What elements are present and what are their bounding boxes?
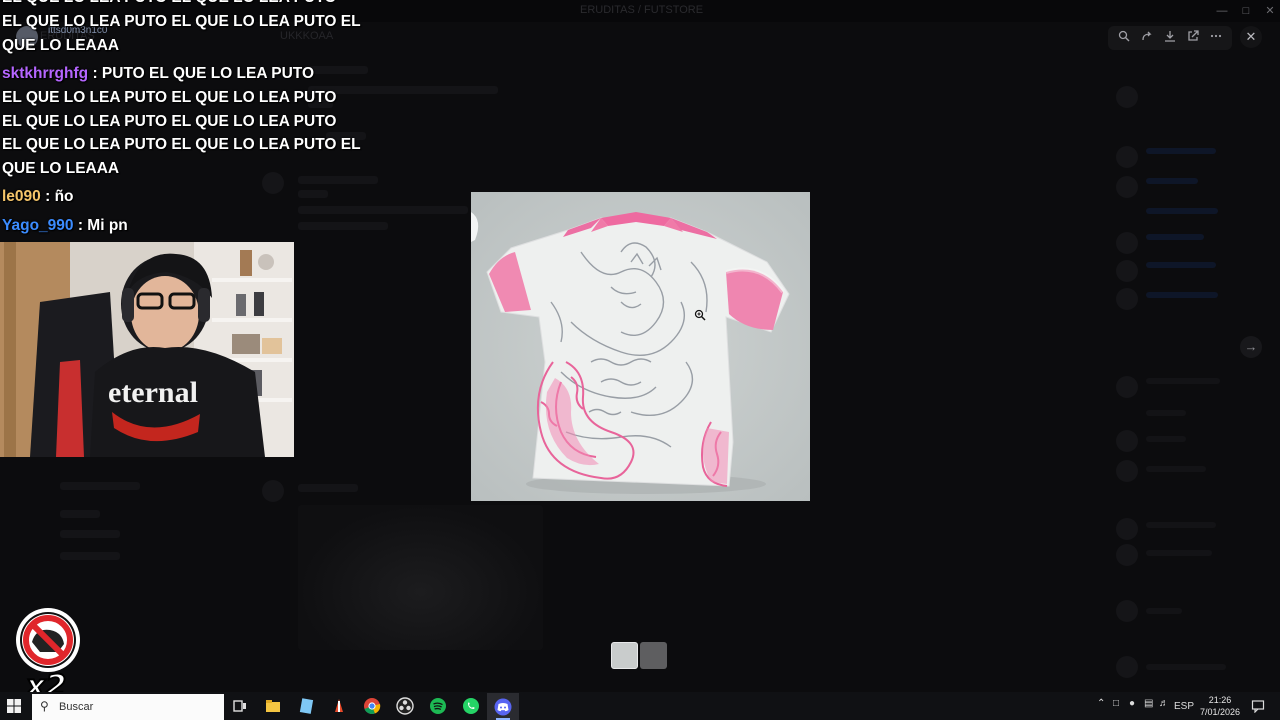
chevron-up-icon[interactable]: ⌃	[1097, 698, 1105, 709]
volume-icon[interactable]: ♬	[1159, 698, 1169, 709]
channel-line	[60, 482, 140, 490]
window-title: ERUDITAS / FUTSTORE	[580, 4, 704, 16]
discord-icon	[494, 698, 512, 716]
member-avatar	[1116, 656, 1138, 678]
member-avatar	[1116, 232, 1138, 254]
chat-message-2: sktkhrrghfg : PUTO EL QUE LO LEA PUTO EL…	[2, 62, 361, 181]
message-line	[298, 222, 388, 230]
chat-text: EL QUE LO LEA PUTO EL QUE LO LEA PUTO EL…	[2, 0, 361, 54]
member-name	[1146, 208, 1218, 214]
shirt-image[interactable]	[471, 192, 810, 501]
member-name	[1146, 522, 1216, 528]
close-icon[interactable]: ✕	[1240, 26, 1262, 48]
member-name	[1146, 262, 1216, 268]
network-icon[interactable]: ▤	[1144, 698, 1153, 709]
microphone-icon[interactable]: ●	[1129, 698, 1135, 709]
member-avatar	[1116, 86, 1138, 108]
chrome-icon[interactable]	[362, 696, 382, 716]
member-avatar	[1116, 460, 1138, 482]
channel-line	[60, 552, 120, 560]
channel-line	[60, 530, 120, 538]
minimize-icon[interactable]: —	[1212, 3, 1232, 19]
chat-text: : Mi pn	[77, 217, 128, 234]
language-indicator[interactable]: ESP	[1174, 701, 1194, 712]
message-line	[298, 190, 328, 198]
channel-line	[60, 510, 100, 518]
notepad-icon[interactable]	[296, 696, 316, 716]
media-toolbar	[1108, 26, 1232, 50]
member-avatar	[1116, 544, 1138, 566]
search-icon: ⚲	[40, 699, 49, 713]
chat-text: : ño	[45, 188, 74, 205]
chat-username: sktkhrrghfg	[2, 65, 89, 82]
member-name	[1146, 292, 1218, 298]
member-name	[1146, 410, 1186, 416]
message-line	[298, 484, 358, 492]
member-avatar	[1116, 146, 1138, 168]
screen: { "window": { "title": "ERUDITAS / FUTST…	[0, 0, 1280, 720]
spotify-icon[interactable]	[428, 696, 448, 716]
member-avatar	[1116, 430, 1138, 452]
task-view-icon[interactable]	[230, 696, 250, 716]
member-name	[1146, 234, 1204, 240]
more-icon[interactable]	[1207, 29, 1225, 47]
forward-icon[interactable]	[1138, 29, 1156, 47]
maximize-icon[interactable]: □	[1236, 3, 1256, 19]
taskbar-clock[interactable]: 21:26 7/01/2026	[1200, 694, 1240, 718]
shirt-illustration	[471, 192, 810, 501]
member-name	[1146, 436, 1186, 442]
chat-message-4: Yago_990 : Mi pn	[2, 214, 128, 238]
member-name	[1146, 378, 1220, 384]
member-avatar	[1116, 288, 1138, 310]
member-name	[1146, 664, 1226, 670]
message-avatar	[262, 480, 284, 502]
chat-username: Yago_990	[2, 217, 74, 234]
member-avatar	[1116, 176, 1138, 198]
whatsapp-icon[interactable]	[461, 696, 481, 716]
zoom-icon[interactable]	[1115, 29, 1133, 47]
member-name	[1146, 148, 1216, 154]
chat-username: le090	[2, 188, 41, 205]
obs-icon[interactable]	[395, 696, 415, 716]
usb-icon[interactable]: □	[1113, 698, 1119, 709]
member-name	[1146, 466, 1206, 472]
thumbnail-image[interactable]	[640, 642, 667, 669]
app-icon[interactable]	[329, 696, 349, 716]
discord-taskbar-active[interactable]	[487, 693, 519, 720]
member-avatar	[1116, 260, 1138, 282]
zoom-cursor-icon	[694, 309, 706, 321]
search-placeholder: Buscar	[59, 701, 94, 713]
webcam-feed: eternal	[0, 242, 294, 457]
thumbnail-shirt[interactable]	[611, 642, 638, 669]
member-avatar	[1116, 518, 1138, 540]
message-line	[298, 206, 468, 214]
clock-date: 7/01/2026	[1200, 707, 1241, 717]
chat-message-3: le090 : ño	[2, 185, 74, 209]
file-explorer-icon[interactable]	[263, 696, 283, 716]
open-external-icon[interactable]	[1184, 29, 1202, 47]
alert-badge: x2	[14, 608, 84, 705]
arrow-right-icon[interactable]: →	[1240, 336, 1262, 358]
member-name	[1146, 178, 1198, 184]
download-icon[interactable]	[1161, 29, 1179, 47]
embedded-image	[298, 505, 543, 650]
member-avatar	[1116, 600, 1138, 622]
member-avatar	[1116, 376, 1138, 398]
member-name	[1146, 608, 1182, 614]
member-name	[1146, 550, 1212, 556]
clock-time: 21:26	[1208, 695, 1232, 705]
chat-message-1: EL QUE LO LEA PUTO EL QUE LO LEA PUTO EL…	[2, 0, 361, 57]
windows-start-icon[interactable]	[6, 698, 22, 714]
notification-icon[interactable]	[1251, 699, 1265, 713]
thumbnail-strip	[611, 642, 667, 669]
close-window-icon[interactable]: ✕	[1260, 3, 1280, 19]
shirt-print-logo: eternal	[108, 376, 198, 409]
